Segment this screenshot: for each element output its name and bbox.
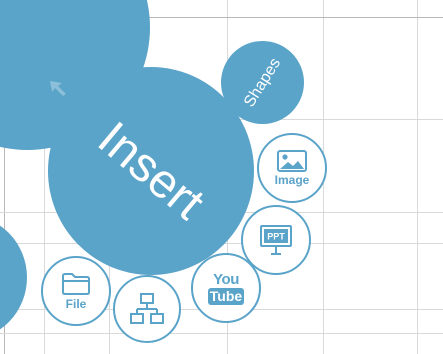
file-label: File [65,296,87,311]
network-diagram-icon [130,293,164,324]
ppt-icon-text: PPT [267,232,285,242]
image-label: Image [274,172,310,187]
canvas[interactable]: Insert Shapes Image PPT You Tube File [0,0,443,354]
grid-line [417,0,418,354]
menu-ring-segment[interactable] [0,215,27,340]
back-arrow-icon[interactable] [48,79,68,97]
shapes-button[interactable]: Shapes [221,41,304,124]
insert-file-button[interactable]: File [41,256,111,326]
ppt-icon: PPT [260,225,292,255]
image-icon [277,149,307,172]
youtube-icon-you: You [213,270,239,288]
insert-label: Insert [87,112,215,230]
insert-diagram-button[interactable] [113,275,181,343]
insert-youtube-button[interactable]: You Tube [191,253,261,323]
grid-line [0,333,443,334]
shapes-label: Shapes [240,54,284,110]
youtube-icon-tube: Tube [207,287,245,305]
folder-icon [62,272,90,295]
insert-image-button[interactable]: Image [257,133,327,203]
